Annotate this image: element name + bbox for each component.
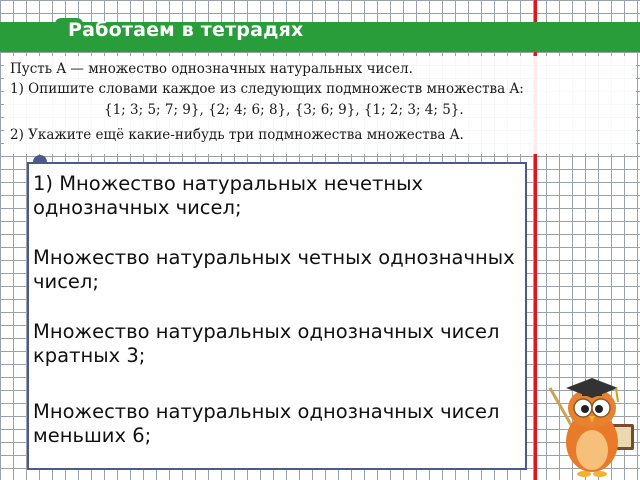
- task-line-sets: {1; 3; 5; 7; 9}, {2; 4; 6; 8}, {3; 6; 9}…: [104, 102, 464, 118]
- answer-item: Множество натуральных однозначных чисел …: [33, 320, 500, 367]
- answer-item: Множество натуральных четных однозначных…: [33, 246, 515, 293]
- task-line-intro: Пусть A — множество однозначных натураль…: [10, 61, 413, 77]
- answer-box: 1) Множество натуральных нечетных однозн…: [27, 162, 527, 470]
- page-title: Работаем в тетрадях: [68, 19, 304, 41]
- answer-item: 1) Множество натуральных нечетных однозн…: [33, 172, 424, 219]
- owl-teacher-icon: [548, 378, 634, 477]
- answer-item: Множество натуральных однозначных чисел …: [33, 400, 500, 447]
- task-line-question-1: 1) Опишите словами каждое из следующих п…: [10, 81, 524, 97]
- task-line-question-2: 2) Укажите ещё какие-нибудь три подмноже…: [10, 127, 464, 143]
- task-statement: Пусть A — множество однозначных натураль…: [4, 56, 636, 154]
